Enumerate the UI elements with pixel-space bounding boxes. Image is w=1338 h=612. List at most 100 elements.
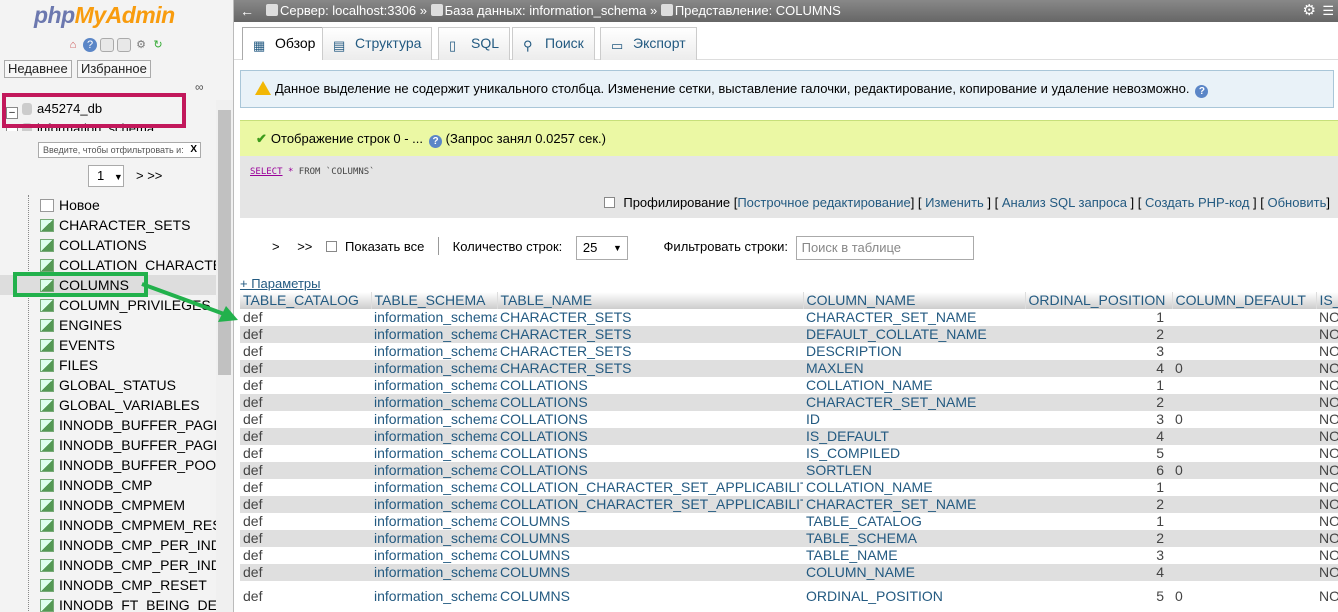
- docs-icon[interactable]: [100, 38, 114, 52]
- home-icon[interactable]: ⌂: [66, 38, 80, 52]
- table-cell: COLLATIONS: [497, 377, 803, 394]
- breadcrumb-server[interactable]: Сервер: localhost:3306: [280, 3, 416, 18]
- tree-item-label: GLOBAL_VARIABLES: [59, 397, 200, 413]
- tree-item-table[interactable]: FILES: [0, 355, 216, 375]
- view-icon[interactable]: [40, 399, 54, 412]
- column-header[interactable]: COLUMN_DEFAULT: [1172, 292, 1317, 309]
- options-link[interactable]: + Параметры: [240, 276, 321, 291]
- view-icon[interactable]: [40, 519, 54, 532]
- tree-item-table[interactable]: INNODB_BUFFER_PAGE: [0, 415, 216, 435]
- tree-item-table[interactable]: EVENTS: [0, 335, 216, 355]
- view-icon[interactable]: [40, 299, 54, 312]
- checkmark-icon: ✔: [256, 131, 267, 146]
- notice-message: Данное выделение не содержит уникального…: [240, 70, 1334, 108]
- profiling-checkbox[interactable]: [604, 197, 616, 208]
- gear-icon[interactable]: ⚙: [1303, 0, 1316, 22]
- column-header[interactable]: TABLE_SCHEMA: [371, 292, 498, 309]
- tree-item-label: FILES: [59, 357, 98, 373]
- settings-icon[interactable]: ⚙: [134, 38, 148, 52]
- table-cell: NO: [1316, 326, 1338, 343]
- view-icon[interactable]: [40, 339, 54, 352]
- column-header[interactable]: COLUMN_NAME: [803, 292, 1026, 309]
- inline-edit-link[interactable]: Построчное редактирование: [737, 195, 910, 210]
- tree-item-table[interactable]: CHARACTER_SETS: [0, 215, 216, 235]
- tree-item-table[interactable]: INNODB_CMP: [0, 475, 216, 495]
- tab-sql[interactable]: ▯ SQL: [438, 27, 511, 60]
- view-icon[interactable]: [40, 359, 54, 372]
- help-icon[interactable]: ?: [1195, 85, 1209, 98]
- tree-item-table[interactable]: COLLATIONS: [0, 235, 216, 255]
- view-icon[interactable]: [40, 479, 54, 492]
- tab-search[interactable]: ⚲ Поиск: [512, 27, 595, 60]
- column-header[interactable]: TABLE_CATALOG: [240, 292, 372, 309]
- filter-rows-input[interactable]: Поиск в таблице: [795, 235, 974, 260]
- tree-item-label: INNODB_CMP_PER_INDEX_RESET: [59, 557, 216, 573]
- view-icon[interactable]: [40, 539, 54, 552]
- phpmyadmin-logo[interactable]: phpMyAdmin: [34, 2, 175, 29]
- column-header[interactable]: IS_: [1316, 292, 1338, 309]
- refresh-link[interactable]: Обновить: [1268, 195, 1327, 210]
- tree-item-table[interactable]: INNODB_CMPMEM_RESET: [0, 515, 216, 535]
- view-icon[interactable]: [40, 259, 54, 272]
- column-header[interactable]: TABLE_NAME: [497, 292, 804, 309]
- new-table-icon[interactable]: [40, 199, 54, 212]
- tree-item-label: INNODB_CMP: [59, 477, 153, 493]
- breadcrumb-view[interactable]: Представление: COLUMNS: [675, 3, 841, 18]
- sidebar-scrollbar-thumb[interactable]: [218, 110, 231, 375]
- back-arrow-icon[interactable]: ←: [240, 0, 254, 22]
- menu-icon[interactable]: ☰: [1322, 0, 1334, 22]
- table-cell: [1172, 377, 1316, 394]
- clear-filter-button[interactable]: X: [190, 143, 197, 157]
- last-page-button[interactable]: >>: [297, 239, 312, 254]
- quick-links: ⌂ ? ⚙ ↻: [66, 38, 165, 52]
- favorites-button[interactable]: Избранное: [77, 60, 151, 78]
- analyze-link[interactable]: Анализ SQL запроса: [1002, 195, 1127, 210]
- tree-item-table[interactable]: GLOBAL_STATUS: [0, 375, 216, 395]
- tab-browse[interactable]: ▦ Обзор: [242, 27, 327, 60]
- show-all-checkbox[interactable]: [326, 241, 338, 252]
- browse-icon: ▦: [253, 38, 266, 53]
- tree-item-table[interactable]: INNODB_CMP_RESET: [0, 575, 216, 595]
- table-cell: def: [240, 530, 371, 547]
- page-select[interactable]: 1 ▼: [88, 165, 124, 187]
- reload-icon[interactable]: ↻: [151, 38, 165, 52]
- view-icon[interactable]: [40, 219, 54, 232]
- tree-item-table[interactable]: INNODB_CMP_PER_INDEX: [0, 535, 216, 555]
- link-with-main-icon[interactable]: ∞: [195, 80, 204, 94]
- tree-item-table[interactable]: INNODB_BUFFER_POOL_STATS: [0, 455, 216, 475]
- next-page-button[interactable]: >: [272, 239, 280, 254]
- logout-icon[interactable]: ?: [83, 38, 97, 52]
- tree-item-table[interactable]: INNODB_BUFFER_PAGE_LRU: [0, 435, 216, 455]
- create-php-link[interactable]: Создать PHP-код: [1145, 195, 1249, 210]
- view-icon[interactable]: [40, 599, 54, 612]
- table-cell: CHARACTER_SETS: [497, 326, 803, 343]
- view-icon[interactable]: [40, 419, 54, 432]
- tree-item-new[interactable]: Новое: [0, 195, 216, 215]
- view-icon[interactable]: [40, 559, 54, 572]
- view-icon[interactable]: [40, 499, 54, 512]
- tree-item-table[interactable]: INNODB_CMPMEM: [0, 495, 216, 515]
- view-icon[interactable]: [40, 319, 54, 332]
- next-page-link[interactable]: > >>: [136, 168, 162, 183]
- view-icon[interactable]: [40, 439, 54, 452]
- tree-item-table[interactable]: INNODB_FT_BEING_DELETED: [0, 595, 216, 612]
- help-icon[interactable]: ?: [429, 135, 443, 148]
- view-icon[interactable]: [40, 239, 54, 252]
- divider: [438, 237, 440, 255]
- column-header[interactable]: ORDINAL_POSITION: [1025, 292, 1173, 309]
- server-icon: [266, 4, 278, 16]
- view-icon[interactable]: [40, 459, 54, 472]
- view-icon[interactable]: [40, 579, 54, 592]
- view-icon[interactable]: [40, 379, 54, 392]
- sql-docs-icon[interactable]: [117, 38, 131, 52]
- tab-export[interactable]: ▭ Экспорт: [600, 27, 697, 60]
- tree-item-table[interactable]: GLOBAL_VARIABLES: [0, 395, 216, 415]
- tree-item-table[interactable]: INNODB_CMP_PER_INDEX_RESET: [0, 555, 216, 575]
- rows-select[interactable]: 25 ▼: [575, 235, 628, 260]
- tab-structure[interactable]: ▤ Структура: [322, 27, 433, 60]
- table-filter-input[interactable]: Введите, чтобы отфильтровать и: X: [38, 142, 201, 158]
- table-cell: NO: [1316, 394, 1338, 411]
- edit-link[interactable]: Изменить: [925, 195, 984, 210]
- recent-button[interactable]: Недавнее: [4, 60, 72, 78]
- breadcrumb-database[interactable]: База данных: information_schema: [445, 3, 647, 18]
